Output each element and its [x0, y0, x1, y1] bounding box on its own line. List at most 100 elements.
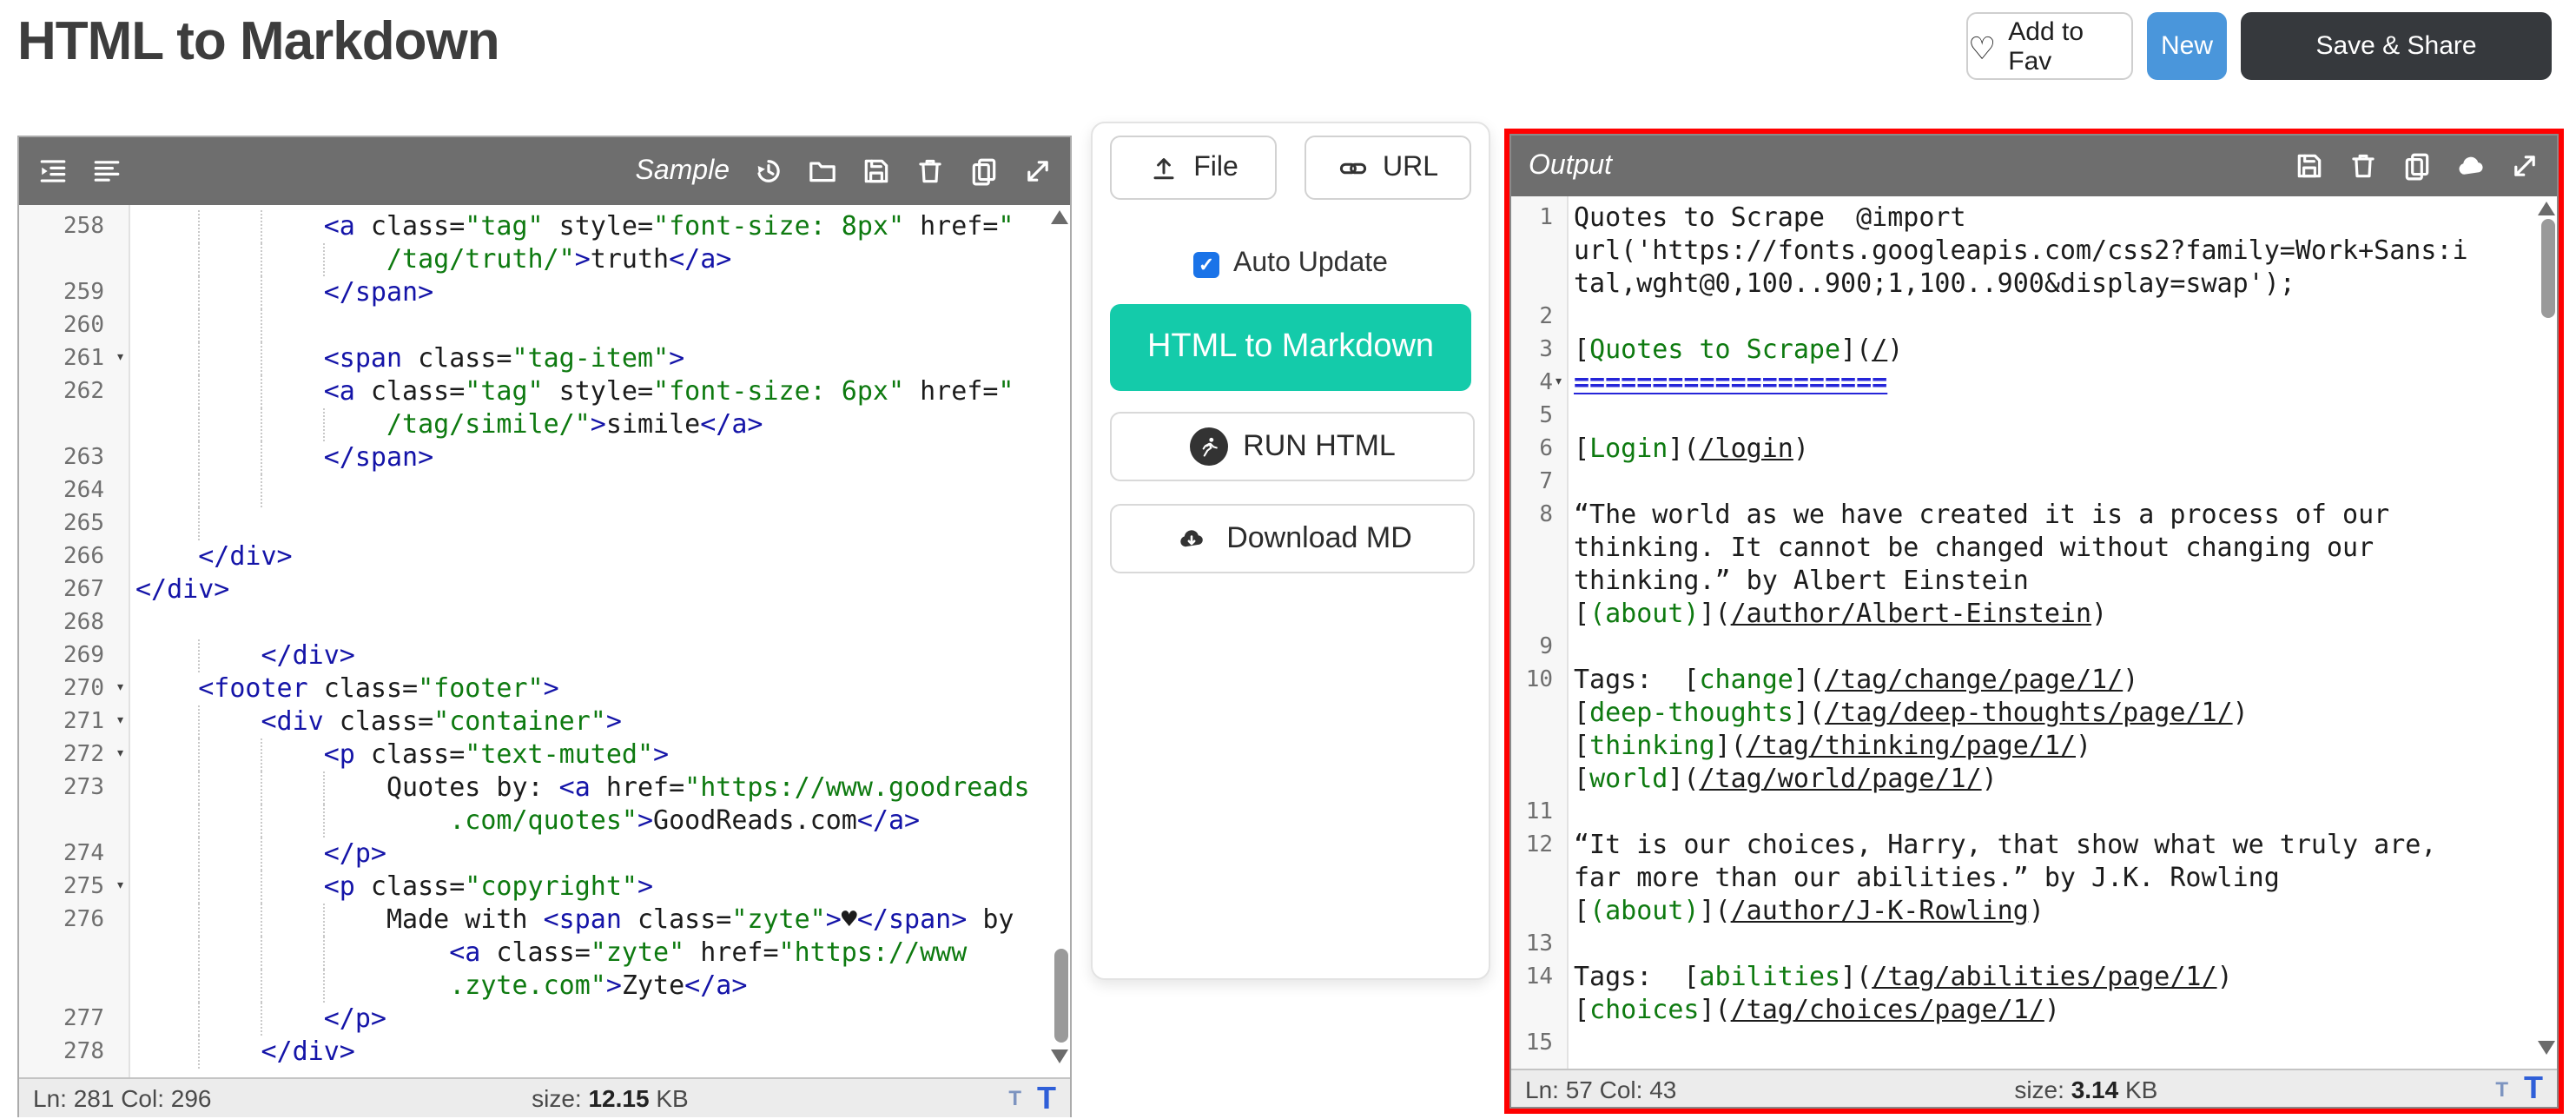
code-text[interactable]: <a class="zyte" href="https://www	[129, 937, 1070, 970]
code-line: 11	[1511, 796, 2557, 829]
code-text[interactable]	[129, 606, 1070, 639]
code-text[interactable]	[1567, 466, 2557, 499]
download-md-button[interactable]: Download MD	[1110, 504, 1475, 573]
code-text[interactable]	[1567, 631, 2557, 664]
code-text[interactable]: [Login](/login)	[1567, 433, 2557, 466]
code-text[interactable]	[1567, 400, 2557, 433]
code-text[interactable]: /tag/simile/">simile</a>	[129, 408, 1070, 441]
code-text[interactable]: </div>	[129, 1036, 1070, 1069]
line-number: 274	[19, 838, 129, 871]
code-text[interactable]: ====================	[1567, 367, 2557, 400]
trash-icon[interactable]	[914, 156, 945, 187]
fold-arrow-icon[interactable]: ▾	[116, 672, 125, 705]
code-text[interactable]: </span>	[129, 276, 1070, 309]
font-large-toggle[interactable]: T	[1037, 1080, 1056, 1116]
fold-arrow-icon[interactable]: ▾	[1554, 367, 1563, 400]
new-button[interactable]: New	[2147, 12, 2227, 80]
code-text[interactable]: </span>	[129, 441, 1070, 474]
code-text[interactable]: thinking.” by Albert Einstein	[1567, 565, 2557, 598]
save-icon[interactable]	[860, 156, 891, 187]
code-text[interactable]: </div>	[129, 639, 1070, 672]
code-text[interactable]	[129, 474, 1070, 507]
auto-update-checkbox[interactable]: ✓	[1193, 251, 1219, 277]
code-text[interactable]	[1567, 928, 2557, 961]
code-text[interactable]: url('https://fonts.googleapis.com/css2?f…	[1567, 235, 2557, 268]
font-small-toggle[interactable]: T	[1008, 1086, 1021, 1110]
run-html-button[interactable]: RUN HTML	[1110, 412, 1475, 481]
code-text[interactable]	[129, 309, 1070, 342]
add-to-fav-button[interactable]: ♡ Add to Fav	[1966, 12, 2133, 80]
code-text[interactable]: .com/quotes">GoodReads.com</a>	[129, 804, 1070, 838]
fold-arrow-icon[interactable]: ▾	[116, 705, 125, 738]
code-text[interactable]: Quotes to Scrape @import	[1567, 202, 2557, 235]
cloud-download-icon[interactable]	[2454, 150, 2486, 182]
scroll-up-arrow[interactable]	[2538, 202, 2555, 215]
code-text[interactable]: [(about)](/author/Albert-Einstein)	[1567, 598, 2557, 631]
code-text[interactable]: [deep-thoughts](/tag/deep-thoughts/page/…	[1567, 697, 2557, 730]
code-text[interactable]: “It is our choices, Harry, that show wha…	[1567, 829, 2557, 862]
history-icon[interactable]	[752, 156, 783, 187]
code-text[interactable]: <p class="text-muted">	[129, 738, 1070, 771]
code-text[interactable]: thinking. It cannot be changed without c…	[1567, 532, 2557, 565]
save-share-button[interactable]: Save & Share	[2241, 12, 2552, 80]
code-text[interactable]: Quotes by: <a href="https://www.goodread…	[129, 771, 1070, 804]
line-number: 264	[19, 474, 129, 507]
fold-arrow-icon[interactable]: ▾	[116, 342, 125, 375]
code-text[interactable]: /tag/truth/">truth</a>	[129, 243, 1070, 276]
indent-guide	[198, 243, 200, 276]
code-text[interactable]: </div>	[129, 540, 1070, 573]
indent-icon[interactable]	[36, 156, 68, 187]
code-text[interactable]: <footer class="footer">	[129, 672, 1070, 705]
scrollbar-thumb[interactable]	[2541, 219, 2555, 318]
file-upload-button[interactable]: File	[1110, 136, 1277, 200]
code-text[interactable]: Made with <span class="zyte">♥</span> by	[129, 904, 1070, 937]
code-text[interactable]: [(about)](/author/J-K-Rowling)	[1567, 895, 2557, 928]
fold-arrow-icon[interactable]: ▾	[116, 871, 125, 904]
code-text[interactable]: </div>	[129, 573, 1070, 606]
code-text[interactable]: <span class="tag-item">	[129, 342, 1070, 375]
save-icon[interactable]	[2293, 150, 2324, 182]
code-text[interactable]: “The world as we have created it is a pr…	[1567, 499, 2557, 532]
sample-label[interactable]: Sample	[636, 156, 730, 187]
code-text[interactable]: Tags: [change](/tag/change/page/1/)	[1567, 664, 2557, 697]
scroll-up-arrow[interactable]	[1051, 210, 1068, 224]
code-text[interactable]: <div class="container">	[129, 705, 1070, 738]
font-small-toggle[interactable]: T	[2495, 1076, 2508, 1101]
code-text[interactable]	[1567, 301, 2557, 334]
code-text[interactable]: .zyte.com">Zyte</a>	[129, 970, 1070, 1003]
fold-arrow-icon[interactable]: ▾	[116, 738, 125, 771]
code-text[interactable]: [world](/tag/world/page/1/)	[1567, 763, 2557, 796]
font-large-toggle[interactable]: T	[2524, 1070, 2543, 1107]
code-text[interactable]: [thinking](/tag/thinking/page/1/)	[1567, 730, 2557, 763]
expand-icon[interactable]	[2508, 150, 2540, 182]
scroll-down-arrow[interactable]	[2538, 1041, 2555, 1055]
indent-guide	[261, 408, 262, 441]
source-code-area[interactable]: 258<a class="tag" style="font-size: 8px"…	[19, 205, 1070, 1077]
code-segment: /	[1872, 334, 1887, 365]
folder-icon[interactable]	[806, 156, 837, 187]
code-text[interactable]: <a class="tag" style="font-size: 6px" hr…	[129, 375, 1070, 408]
convert-button[interactable]: HTML to Markdown	[1110, 304, 1471, 391]
code-text[interactable]	[1567, 796, 2557, 829]
copy-icon[interactable]	[2401, 150, 2432, 182]
expand-icon[interactable]	[1021, 156, 1053, 187]
code-text[interactable]	[129, 507, 1070, 540]
code-line: /tag/simile/">simile</a>	[19, 408, 1070, 441]
url-button[interactable]: URL	[1305, 136, 1471, 200]
scrollbar-thumb[interactable]	[1054, 949, 1068, 1043]
code-text[interactable]: </p>	[129, 838, 1070, 871]
code-text[interactable]: far more than our abilities.” by J.K. Ro…	[1567, 862, 2557, 895]
code-text[interactable]: <p class="copyright">	[129, 871, 1070, 904]
code-text[interactable]	[1567, 1027, 2557, 1060]
copy-icon[interactable]	[968, 156, 999, 187]
trash-icon[interactable]	[2347, 150, 2378, 182]
code-text[interactable]: <a class="tag" style="font-size: 8px" hr…	[129, 210, 1070, 243]
code-text[interactable]: </p>	[129, 1003, 1070, 1036]
code-text[interactable]: tal,wght@0,100..900;1,100..900&display=s…	[1567, 268, 2557, 301]
output-code-area[interactable]: 1Quotes to Scrape @importurl('https://fo…	[1511, 196, 2557, 1069]
align-lines-icon[interactable]	[90, 156, 122, 187]
scroll-down-arrow[interactable]	[1051, 1049, 1068, 1063]
code-text[interactable]: [Quotes to Scrape](/)	[1567, 334, 2557, 367]
code-text[interactable]: Tags: [abilities](/tag/abilities/page/1/…	[1567, 961, 2557, 994]
code-text[interactable]: [choices](/tag/choices/page/1/)	[1567, 994, 2557, 1027]
